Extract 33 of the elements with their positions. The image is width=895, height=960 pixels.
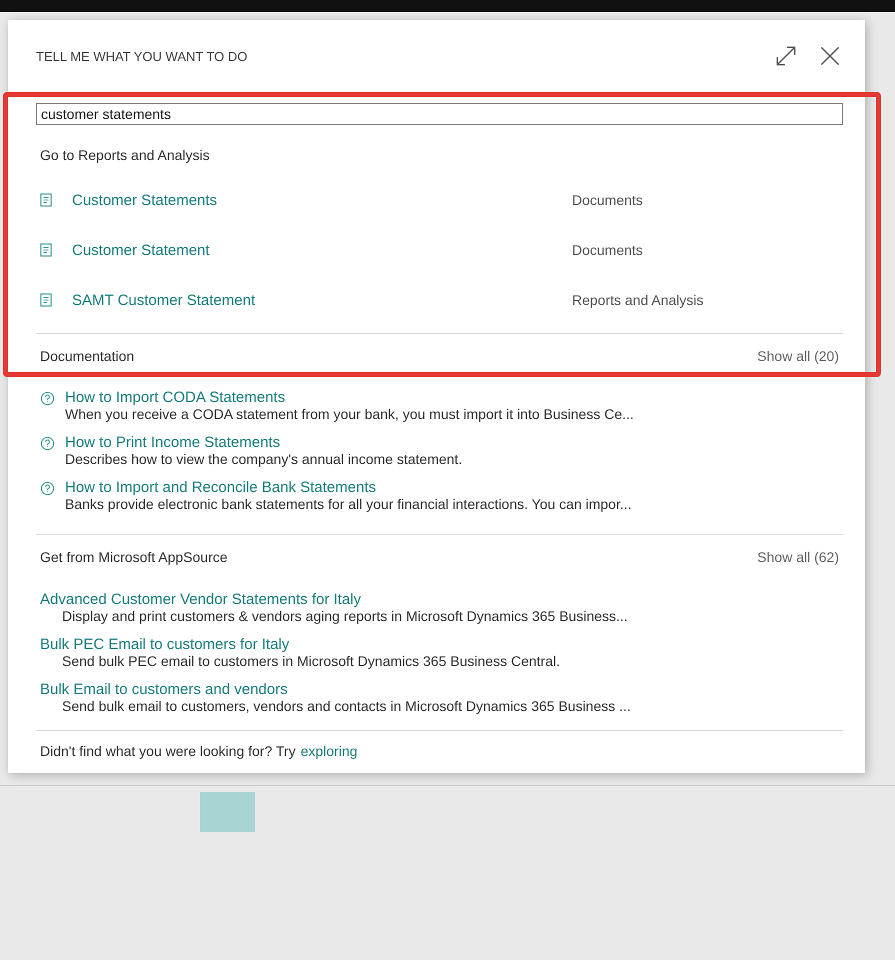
- report-category: Documents: [572, 242, 643, 258]
- app-description: Display and print customers & vendors aging reports in Microsoft Dynamics 365 Business...: [61, 608, 629, 624]
- app-link[interactable]: Bulk Email to customers and vendors: [40, 681, 839, 698]
- report-link[interactable]: SAMT Customer Statement: [72, 292, 572, 308]
- article-description: When you receive a CODA statement from your bank, you must import it into Business Ce...: [65, 406, 634, 422]
- app-description: Send bulk email to customers, vendors and contacts in Microsoft Dynamics 365 Business ...: [61, 698, 632, 714]
- article-description: Describes how to view the company's annual income statement.: [65, 451, 462, 467]
- help-icon: [40, 391, 55, 406]
- app-link[interactable]: Advanced Customer Vendor Statements for Italy: [40, 591, 839, 608]
- help-icon: [40, 481, 55, 496]
- show-all-link[interactable]: Show all (62): [757, 549, 839, 565]
- show-all-link[interactable]: Show all (20): [757, 348, 839, 364]
- report-category: Reports and Analysis: [572, 292, 704, 308]
- report-link[interactable]: Customer Statement: [72, 242, 572, 258]
- app-description: Send bulk PEC email to customers in Microsoft Dynamics 365 Business Central.: [61, 653, 561, 669]
- document-icon: [40, 243, 52, 257]
- document-icon: [40, 293, 52, 307]
- article-description: Banks provide electronic bank statements for all your financial interactions. You can impor...: [65, 496, 632, 512]
- section-heading: Get from Microsoft AppSource: [40, 549, 228, 565]
- search-field[interactable]: customer statements: [36, 103, 843, 125]
- document-icon: [40, 193, 52, 207]
- dialog-title: TELL ME WHAT YOU WANT TO DO: [36, 48, 248, 64]
- help-article-link[interactable]: How to Import CODA Statements: [65, 389, 634, 406]
- footer-text: Didn't find what you were looking for? Try: [40, 743, 296, 759]
- report-category: Documents: [572, 192, 643, 208]
- section-heading: Go to Reports and Analysis: [40, 147, 210, 163]
- section-heading: Documentation: [40, 348, 134, 364]
- help-article-link[interactable]: How to Print Income Statements: [65, 434, 462, 451]
- help-article-link[interactable]: How to Import and Reconcile Bank Statements: [65, 479, 632, 496]
- exploring-link[interactable]: exploring: [300, 743, 358, 759]
- app-link[interactable]: Bulk PEC Email to customers for Italy: [40, 636, 839, 653]
- report-link[interactable]: Customer Statements: [72, 192, 572, 208]
- help-icon: [40, 436, 55, 451]
